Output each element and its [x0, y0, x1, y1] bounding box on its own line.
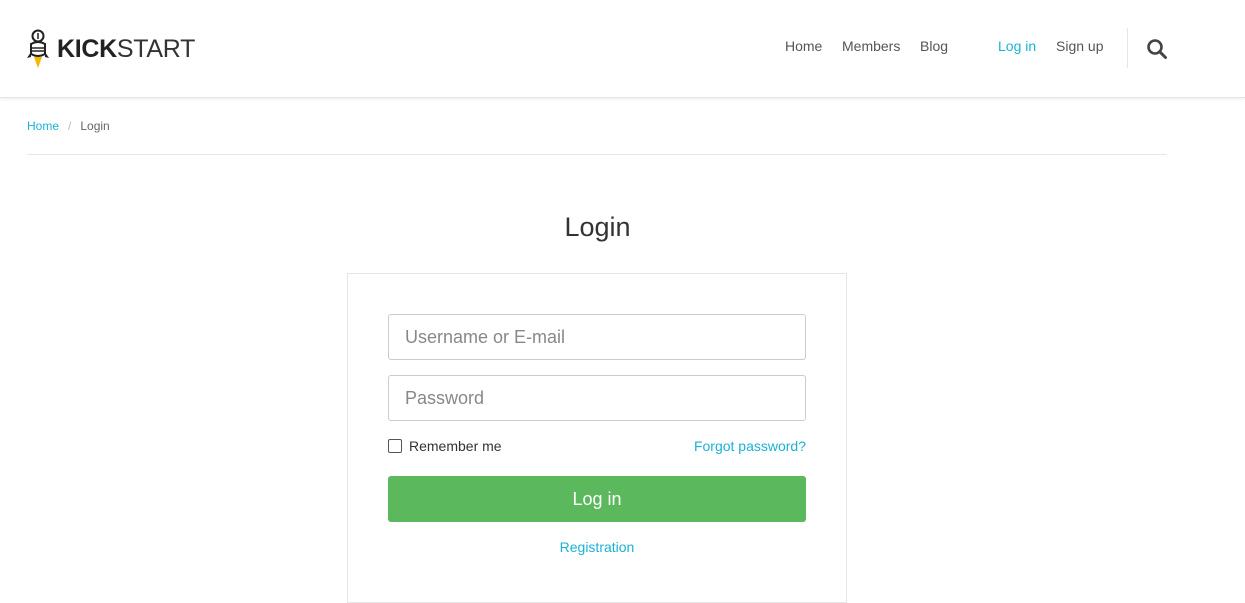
nav-home[interactable]: Home: [785, 38, 822, 54]
site-logo[interactable]: KICKSTART: [26, 28, 195, 70]
rocket-bulb-icon: [27, 29, 49, 68]
nav-members[interactable]: Members: [842, 38, 900, 54]
logo-text: KICKSTART: [57, 34, 196, 63]
search-icon: [1147, 39, 1167, 59]
login-button[interactable]: Log in: [388, 476, 806, 522]
registration-link[interactable]: Registration: [348, 539, 846, 555]
nav-login[interactable]: Log in: [998, 38, 1036, 54]
forgot-password-link[interactable]: Forgot password?: [694, 438, 806, 454]
breadcrumb-divider: [27, 154, 1167, 155]
breadcrumb-current: Login: [80, 119, 110, 133]
page-title: Login: [564, 212, 631, 242]
nav-signup[interactable]: Sign up: [1056, 38, 1103, 54]
remember-me[interactable]: Remember me: [388, 438, 502, 454]
nav-blog[interactable]: Blog: [920, 38, 948, 54]
breadcrumb-home[interactable]: Home: [27, 119, 59, 133]
breadcrumb: Home / Login: [27, 119, 110, 133]
username-input[interactable]: [388, 314, 806, 360]
site-header: KICKSTART Home Members Blog Log in Sign …: [0, 0, 1245, 98]
password-input[interactable]: [388, 375, 806, 421]
nav-divider: [1127, 28, 1128, 68]
remember-checkbox[interactable]: [388, 439, 402, 453]
login-card: Remember me Forgot password? Log in Regi…: [347, 273, 847, 603]
breadcrumb-separator: /: [68, 119, 72, 133]
search-button[interactable]: [1146, 38, 1168, 60]
remember-label: Remember me: [409, 438, 502, 454]
